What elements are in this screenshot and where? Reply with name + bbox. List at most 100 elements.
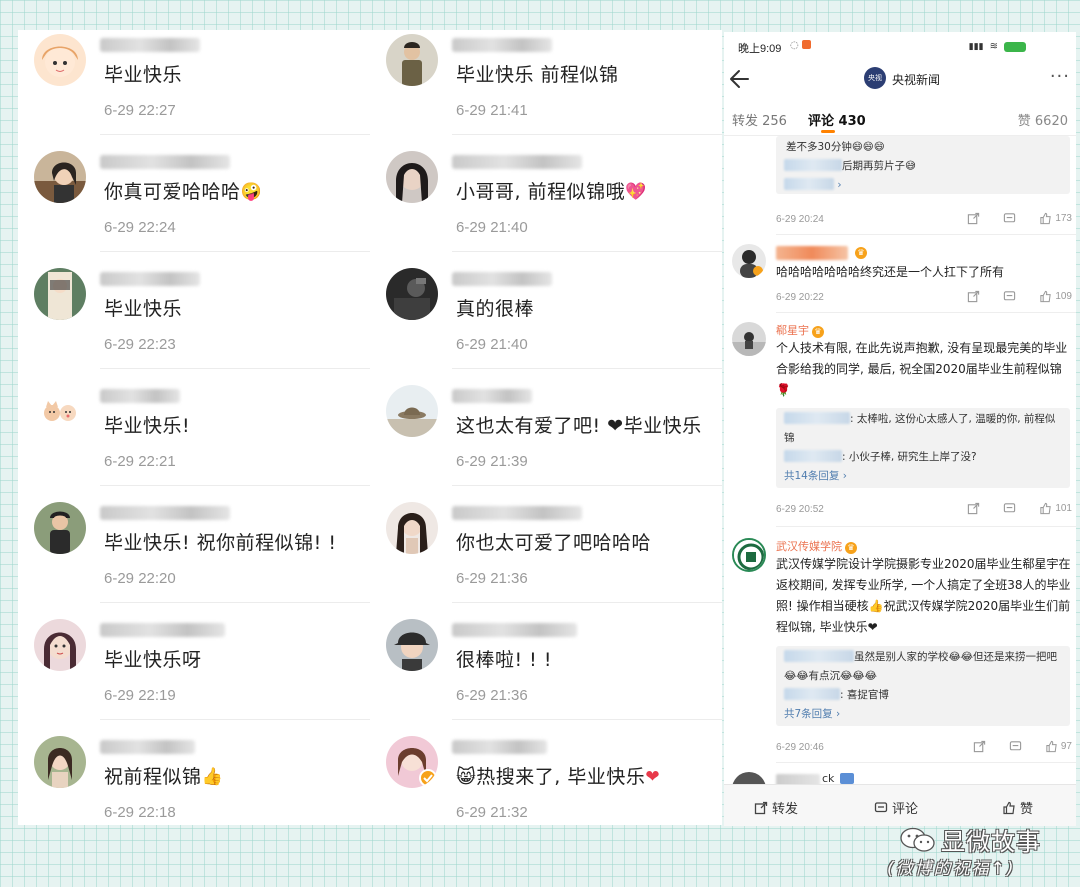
blurred-username[interactable] <box>776 246 848 260</box>
comment-icon[interactable] <box>1009 740 1025 753</box>
tab-likes[interactable]: 赞 6620 <box>1018 110 1068 129</box>
more-icon[interactable]: ··· <box>1050 66 1070 87</box>
comment-time: 6-29 21:36 <box>456 570 528 587</box>
commenter-avatar[interactable] <box>732 322 766 356</box>
blurred-username[interactable] <box>452 740 547 754</box>
tab-comments[interactable]: 评论 430 <box>808 110 866 129</box>
comment-item[interactable]: 你也太可爱了吧哈哈哈 6-29 21:36 <box>370 498 722 616</box>
share-icon[interactable] <box>973 740 989 753</box>
emoji-icon: 👍 <box>201 767 224 787</box>
like-icon[interactable]: 97 <box>1045 740 1072 753</box>
comment-text: 小哥哥, 前程似锦哦💖 <box>456 181 647 203</box>
blurred-username[interactable] <box>100 623 225 637</box>
view-replies-link[interactable]: 共7条回复 › <box>784 705 1062 724</box>
watermark-subtitle: (微博的祝福↑) <box>887 859 1016 879</box>
boy-cap-avatar[interactable] <box>386 619 438 671</box>
blurred-username[interactable] <box>452 623 577 637</box>
commenter-avatar[interactable] <box>732 538 766 572</box>
reply-line: 差不多30分钟😄😄😄 <box>786 141 885 153</box>
comment-icon <box>874 801 888 812</box>
reply-preview[interactable]: 差不多30分钟😄😄😄 后期再剪片子😅 › <box>776 136 1070 194</box>
blurred-username[interactable] <box>776 774 820 784</box>
reply-preview[interactable]: 虽然是别人家的学校😂😂但还是来捞一把吧😂😂有点沉😂😂😂 : 喜捉官博 共7条回复… <box>776 646 1070 726</box>
commenter-avatar[interactable] <box>732 244 766 278</box>
like-button[interactable]: 赞 <box>1002 798 1033 817</box>
back-arrow-icon[interactable] <box>726 66 754 92</box>
comment-meta: 6-29 20:22 109 <box>776 290 1072 306</box>
dark-portrait-avatar[interactable] <box>386 151 438 203</box>
comment-button[interactable]: 评论 <box>874 798 918 817</box>
child-photo-avatar[interactable] <box>34 502 86 554</box>
tab-repost[interactable]: 转发 256 <box>732 110 787 129</box>
share-icon[interactable] <box>967 290 983 303</box>
like-icon[interactable]: 109 <box>1039 290 1072 303</box>
blurred-username[interactable] <box>452 155 582 169</box>
like-icon[interactable]: 173 <box>1039 212 1072 225</box>
commenter-avatar[interactable] <box>732 772 766 784</box>
comment-item[interactable]: 小哥哥, 前程似锦哦💖 6-29 21:40 <box>370 147 722 265</box>
girl-portrait-avatar[interactable] <box>34 736 86 788</box>
comment-item[interactable]: 真的很棒 6-29 21:40 <box>370 264 722 382</box>
share-icon[interactable] <box>967 502 983 515</box>
comment-icon[interactable] <box>1003 502 1019 515</box>
blurred-username[interactable] <box>100 38 200 52</box>
commenter-name[interactable]: 武汉传媒学院 ♛ <box>776 538 857 554</box>
comment-item[interactable]: 毕业快乐 6-29 22:23 <box>18 264 370 382</box>
comment-item[interactable]: 毕业快乐 前程似锦 6-29 21:41 <box>370 30 722 148</box>
comments-feed: 差不多30分钟😄😄😄 后期再剪片子😅 › 6-29 20:24 173 ♛ 哈哈… <box>724 136 1076 784</box>
girl-verified-avatar[interactable] <box>386 736 438 788</box>
blurred-username[interactable] <box>100 389 180 403</box>
app-notification-icon <box>801 40 811 49</box>
cartoon-girl-avatar[interactable] <box>34 34 86 86</box>
comment-item[interactable]: 这也太有爱了吧! ❤毕业快乐 6-29 21:39 <box>370 381 722 499</box>
comment-item[interactable]: 祝前程似锦👍 6-29 22:18 <box>18 732 370 825</box>
anime-avatar[interactable] <box>34 268 86 320</box>
blurred-username[interactable] <box>100 155 230 169</box>
comment-item[interactable]: 毕业快乐! 6-29 22:21 <box>18 381 370 499</box>
comment-text: 你也太可爱了吧哈哈哈 <box>456 532 652 554</box>
like-icon[interactable]: 101 <box>1039 502 1072 515</box>
commenter-name-fragment: ck <box>822 772 835 784</box>
comment-text: 你真可爱哈哈哈🤪 <box>104 181 263 203</box>
comment-text: 毕业快乐呀 <box>104 649 202 671</box>
long-hair-girl-avatar[interactable] <box>386 502 438 554</box>
girl-selfie-avatar[interactable] <box>34 619 86 671</box>
share-icon[interactable] <box>967 212 983 225</box>
dark-scene-avatar[interactable] <box>386 268 438 320</box>
commenter-name[interactable]: 郗星宇 ♛ <box>776 322 824 338</box>
comment-icon[interactable] <box>1003 290 1019 303</box>
blurred-username[interactable] <box>100 740 195 754</box>
watermark: 显微故事 (微博的祝福↑) <box>887 822 1073 882</box>
view-replies-link[interactable]: 共14条回复 › <box>784 467 1062 486</box>
man-photo-avatar[interactable] <box>386 34 438 86</box>
reply-preview[interactable]: : 太棒啦, 这份心太感人了, 温暖的你, 前程似锦 : 小伙子棒, 研究生上岸… <box>776 408 1070 488</box>
blurred-username[interactable] <box>100 272 200 286</box>
cctv-logo-avatar[interactable]: 央视 <box>864 67 886 89</box>
blurred-username[interactable] <box>452 506 582 520</box>
blurred-username[interactable] <box>452 272 552 286</box>
comment-time: 6-29 20:52 <box>776 504 824 515</box>
blurred-username <box>784 650 854 662</box>
girl-photo-avatar[interactable] <box>34 151 86 203</box>
hat-scene-avatar[interactable] <box>386 385 438 437</box>
nav-title[interactable]: 央视新闻 <box>892 71 940 88</box>
cats-avatar[interactable] <box>34 385 86 437</box>
blurred-username[interactable] <box>452 389 532 403</box>
reply-more-link[interactable]: › <box>784 176 1062 195</box>
comment-item[interactable]: 很棒啦! ! ! 6-29 21:36 <box>370 615 722 733</box>
comment-item[interactable]: 😸热搜来了, 毕业快乐❤ 6-29 21:32 <box>370 732 722 825</box>
divider <box>100 251 370 252</box>
comment-item[interactable]: 毕业快乐 6-29 22:27 <box>18 30 370 148</box>
blurred-username[interactable] <box>452 38 552 52</box>
wifi-icon: ≋ <box>989 41 998 52</box>
comment-item[interactable]: 你真可爱哈哈哈🤪 6-29 22:24 <box>18 147 370 265</box>
comment-text: 😸热搜来了, 毕业快乐❤ <box>456 766 661 788</box>
comment-item[interactable]: 毕业快乐呀 6-29 22:19 <box>18 615 370 733</box>
comment-item[interactable]: 毕业快乐! 祝你前程似锦! ! 6-29 22:20 <box>18 498 370 616</box>
blurred-username[interactable] <box>100 506 230 520</box>
comment-icon[interactable] <box>1003 212 1019 225</box>
divider <box>776 234 1076 235</box>
repost-button[interactable]: 转发 <box>754 798 798 817</box>
vip-badge-icon: ♛ <box>812 326 824 338</box>
comment-time: 6-29 21:36 <box>456 687 528 704</box>
